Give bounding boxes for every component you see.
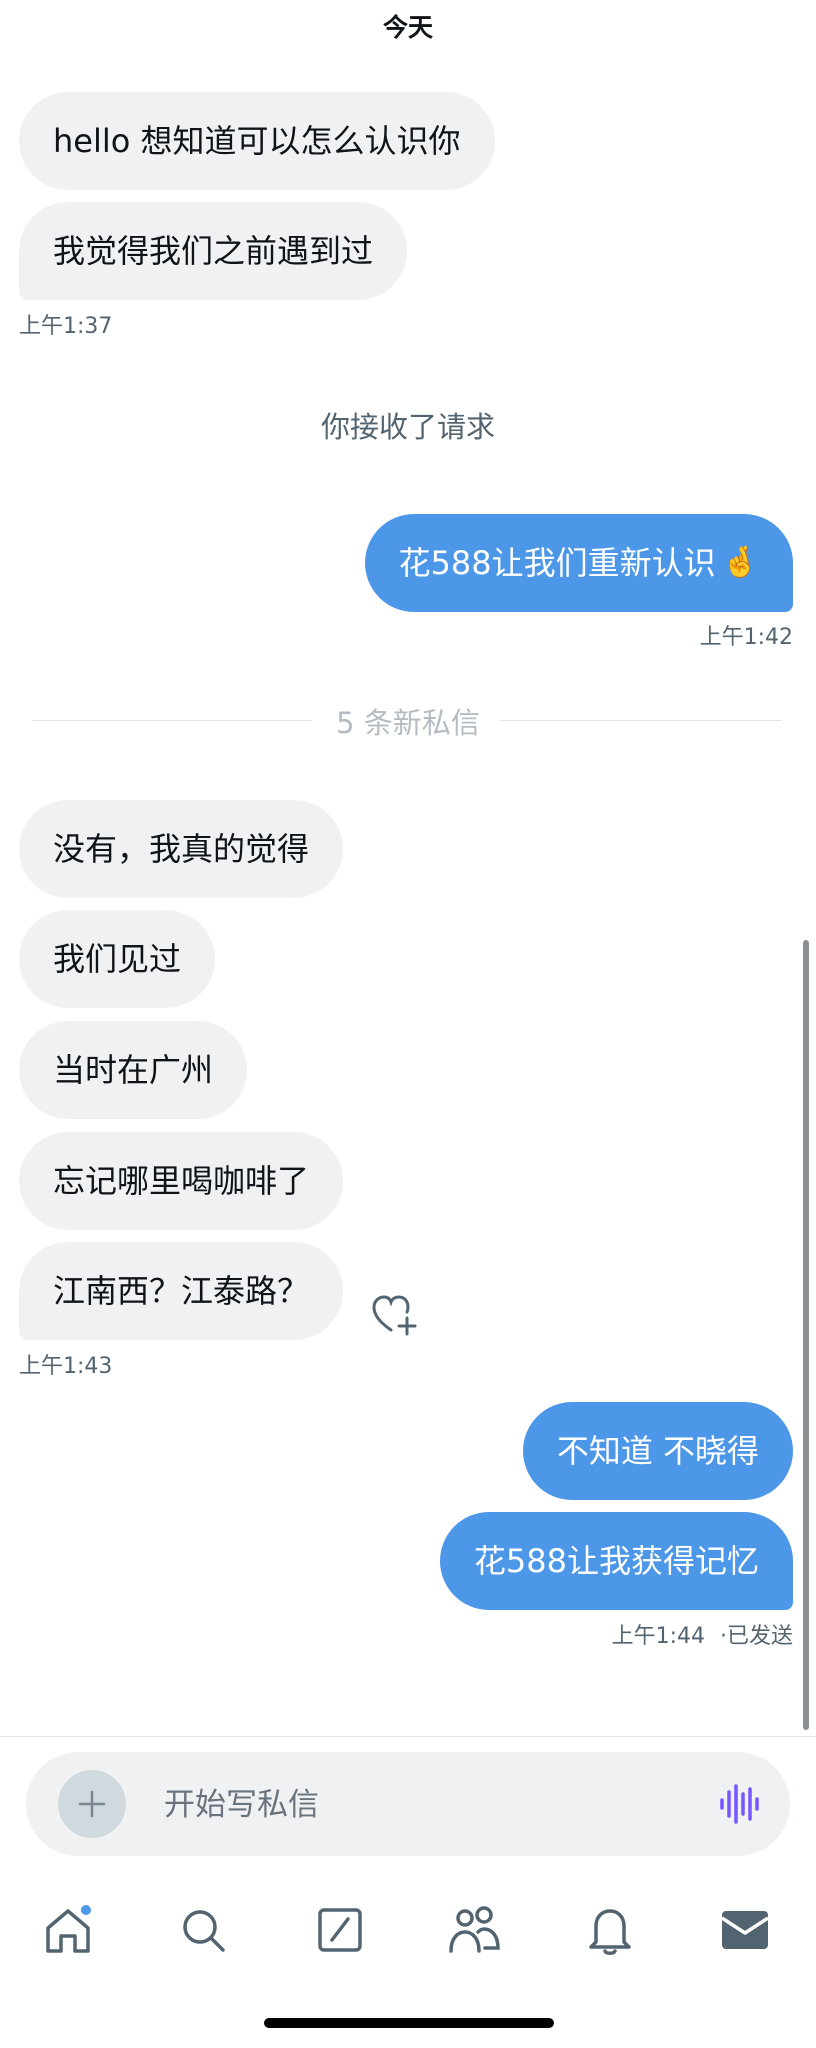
- composer: [26, 1752, 790, 1858]
- compose-icon: [318, 1908, 362, 1952]
- crossed-fingers-emoji: 🤞: [721, 545, 759, 580]
- message-timestamp: 上午1:44: [611, 1624, 705, 1649]
- mail-icon: [721, 1911, 769, 1949]
- nav-communities[interactable]: [445, 1900, 505, 1960]
- incoming-message[interactable]: 当时在广州: [19, 1021, 248, 1119]
- home-indicator[interactable]: [264, 2018, 554, 2028]
- home-icon: [46, 1905, 91, 1953]
- voice-message-button[interactable]: [718, 1782, 762, 1826]
- outgoing-message[interactable]: 不知道 不晓得: [522, 1402, 793, 1500]
- message-timestamp: 上午1:37: [19, 314, 113, 339]
- composer-divider: [0, 1736, 816, 1737]
- message-timestamp: 上午1:42: [699, 625, 793, 650]
- message-input[interactable]: [162, 1752, 666, 1858]
- nav-search[interactable]: [173, 1900, 233, 1960]
- nav-compose[interactable]: [310, 1900, 370, 1960]
- search-icon: [183, 1910, 225, 1952]
- incoming-message[interactable]: 我觉得我们之前遇到过: [19, 202, 408, 300]
- waveform-icon: [720, 1784, 759, 1824]
- communities-icon: [449, 1906, 500, 1953]
- scrollbar[interactable]: [803, 940, 809, 1730]
- message-timestamp: 上午1:43: [19, 1354, 113, 1379]
- nav-notifications[interactable]: [580, 1900, 640, 1960]
- incoming-message[interactable]: 没有，我真的觉得: [19, 800, 344, 898]
- notification-dot: [81, 1905, 91, 1915]
- plus-icon: [78, 1790, 106, 1818]
- add-media-button[interactable]: [58, 1770, 126, 1838]
- incoming-message[interactable]: hello 想知道可以怎么认识你: [19, 92, 495, 190]
- system-message: 你接收了请求: [320, 410, 495, 444]
- message-timestamp-status: 上午1:44 ·已发送: [612, 1618, 793, 1650]
- message-status: ·已发送: [720, 1624, 793, 1649]
- incoming-message[interactable]: 我们见过: [19, 910, 216, 1008]
- nav-messages[interactable]: [715, 1900, 775, 1960]
- nav-home[interactable]: [38, 1900, 98, 1960]
- bell-icon: [589, 1909, 631, 1955]
- outgoing-message[interactable]: 花588让我获得记忆: [439, 1512, 793, 1610]
- bottom-nav: [0, 1880, 816, 1990]
- day-label: 今天: [382, 13, 433, 42]
- new-messages-divider: 5 条新私信: [0, 700, 816, 742]
- outgoing-message-text: 花588让我们重新认识: [398, 544, 716, 582]
- incoming-message[interactable]: 江南西？江泰路？: [19, 1242, 344, 1340]
- new-messages-label: 5 条新私信: [316, 706, 500, 740]
- heart-plus-icon[interactable]: [372, 1294, 418, 1336]
- outgoing-message[interactable]: 花588让我们重新认识 🤞: [364, 514, 793, 612]
- incoming-message[interactable]: 忘记哪里喝咖啡了: [19, 1132, 344, 1230]
